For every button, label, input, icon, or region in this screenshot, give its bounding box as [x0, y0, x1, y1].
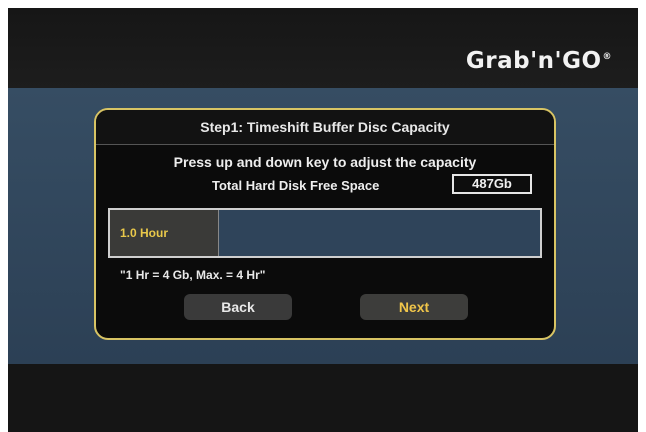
back-button[interactable]: Back — [184, 294, 292, 320]
free-space-label: Total Hard Disk Free Space — [212, 178, 380, 193]
next-button[interactable]: Next — [360, 294, 468, 320]
setup-dialog: Step1: Timeshift Buffer Disc Capacity Pr… — [94, 108, 556, 340]
capacity-slider[interactable]: 1.0 Hour — [108, 208, 542, 258]
capacity-note: "1 Hr = 4 Gb, Max. = 4 Hr" — [120, 268, 266, 282]
free-space-value: 487Gb — [452, 174, 532, 194]
tv-screen: Grab'n'GO® Step1: Timeshift Buffer Disc … — [8, 8, 638, 432]
logo-text: Grab'n'GO — [465, 48, 602, 74]
top-bar: Grab'n'GO® — [8, 8, 638, 88]
bottom-bar — [8, 364, 638, 432]
brand-logo: Grab'n'GO® — [466, 48, 612, 74]
capacity-value: 1.0 Hour — [120, 226, 169, 240]
dialog-title: Step1: Timeshift Buffer Disc Capacity — [96, 110, 554, 145]
capacity-fill: 1.0 Hour — [110, 210, 219, 256]
registered-mark: ® — [602, 52, 612, 63]
instruction-text: Press up and down key to adjust the capa… — [173, 154, 477, 170]
